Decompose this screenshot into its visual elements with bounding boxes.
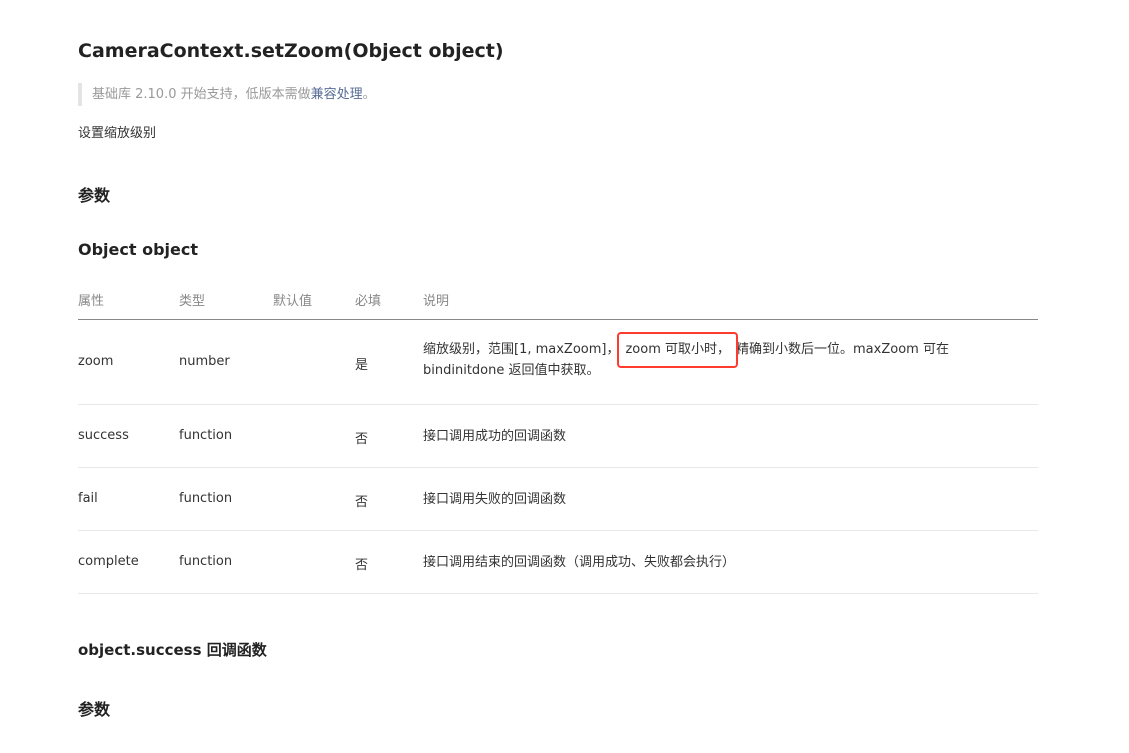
params-heading-2: 参数 xyxy=(78,700,111,719)
object-heading: Object object xyxy=(78,240,199,259)
cell-required: 是 xyxy=(355,358,369,373)
cell-type: number xyxy=(179,354,230,369)
table-row: fail function 否 接口调用失败的回调函数 xyxy=(78,468,1038,531)
cell-name: complete xyxy=(78,554,139,569)
header-required: 必填 xyxy=(355,294,382,309)
table-row: complete function 否 接口调用结束的回调函数（调用成功、失败都… xyxy=(78,531,1038,594)
header-type: 类型 xyxy=(179,294,206,309)
api-description: 设置缩放级别 xyxy=(78,126,157,141)
cell-name: zoom xyxy=(78,354,114,369)
cell-description: 接口调用结束的回调函数（调用成功、失败都会执行） xyxy=(423,555,736,570)
version-note-suffix: 。 xyxy=(362,87,376,102)
desc-text: 精确到小数后一位。maxZoom 可在 xyxy=(736,342,949,357)
compat-link[interactable]: 兼容处理 xyxy=(311,87,363,102)
params-heading: 参数 xyxy=(78,186,111,205)
cell-description: 接口调用成功的回调函数 xyxy=(423,429,567,444)
cell-name: success xyxy=(78,428,129,443)
table-header: 属性 类型 默认值 必填 说明 xyxy=(78,278,1038,320)
cell-type: function xyxy=(179,428,233,443)
header-attribute: 属性 xyxy=(78,294,105,309)
table-row: zoom number 是 缩放级别，范围[1, maxZoom]， zoom 可… xyxy=(78,320,1038,405)
cell-name: fail xyxy=(78,491,98,506)
cell-required: 否 xyxy=(355,558,369,573)
params-table: 属性 类型 默认值 必填 说明 zoom number 是 缩放级别，范围[1,… xyxy=(78,278,1038,594)
version-note: 基础库 2.10.0 开始支持，低版本需做兼容处理。 xyxy=(78,83,376,106)
header-description: 说明 xyxy=(423,294,450,309)
cell-type: function xyxy=(179,554,233,569)
table-row: success function 否 接口调用成功的回调函数 xyxy=(78,405,1038,468)
desc-text: 缩放级别，范围[1, maxZoom]， xyxy=(423,342,620,357)
cell-description: 接口调用失败的回调函数 xyxy=(423,492,567,507)
cell-type: function xyxy=(179,491,233,506)
version-note-text: 基础库 2.10.0 开始支持，低版本需做 xyxy=(92,87,311,102)
cell-required: 否 xyxy=(355,432,369,447)
api-title: CameraContext.setZoom(Object object) xyxy=(78,40,504,62)
header-default: 默认值 xyxy=(273,294,313,309)
highlighted-text: zoom 可取小时， xyxy=(617,332,739,368)
success-callback-heading: object.success 回调函数 xyxy=(78,641,267,659)
cell-description: 缩放级别，范围[1, maxZoom]， zoom 可取小时， 精确到小数后一位。m… xyxy=(423,332,949,381)
cell-required: 否 xyxy=(355,495,369,510)
